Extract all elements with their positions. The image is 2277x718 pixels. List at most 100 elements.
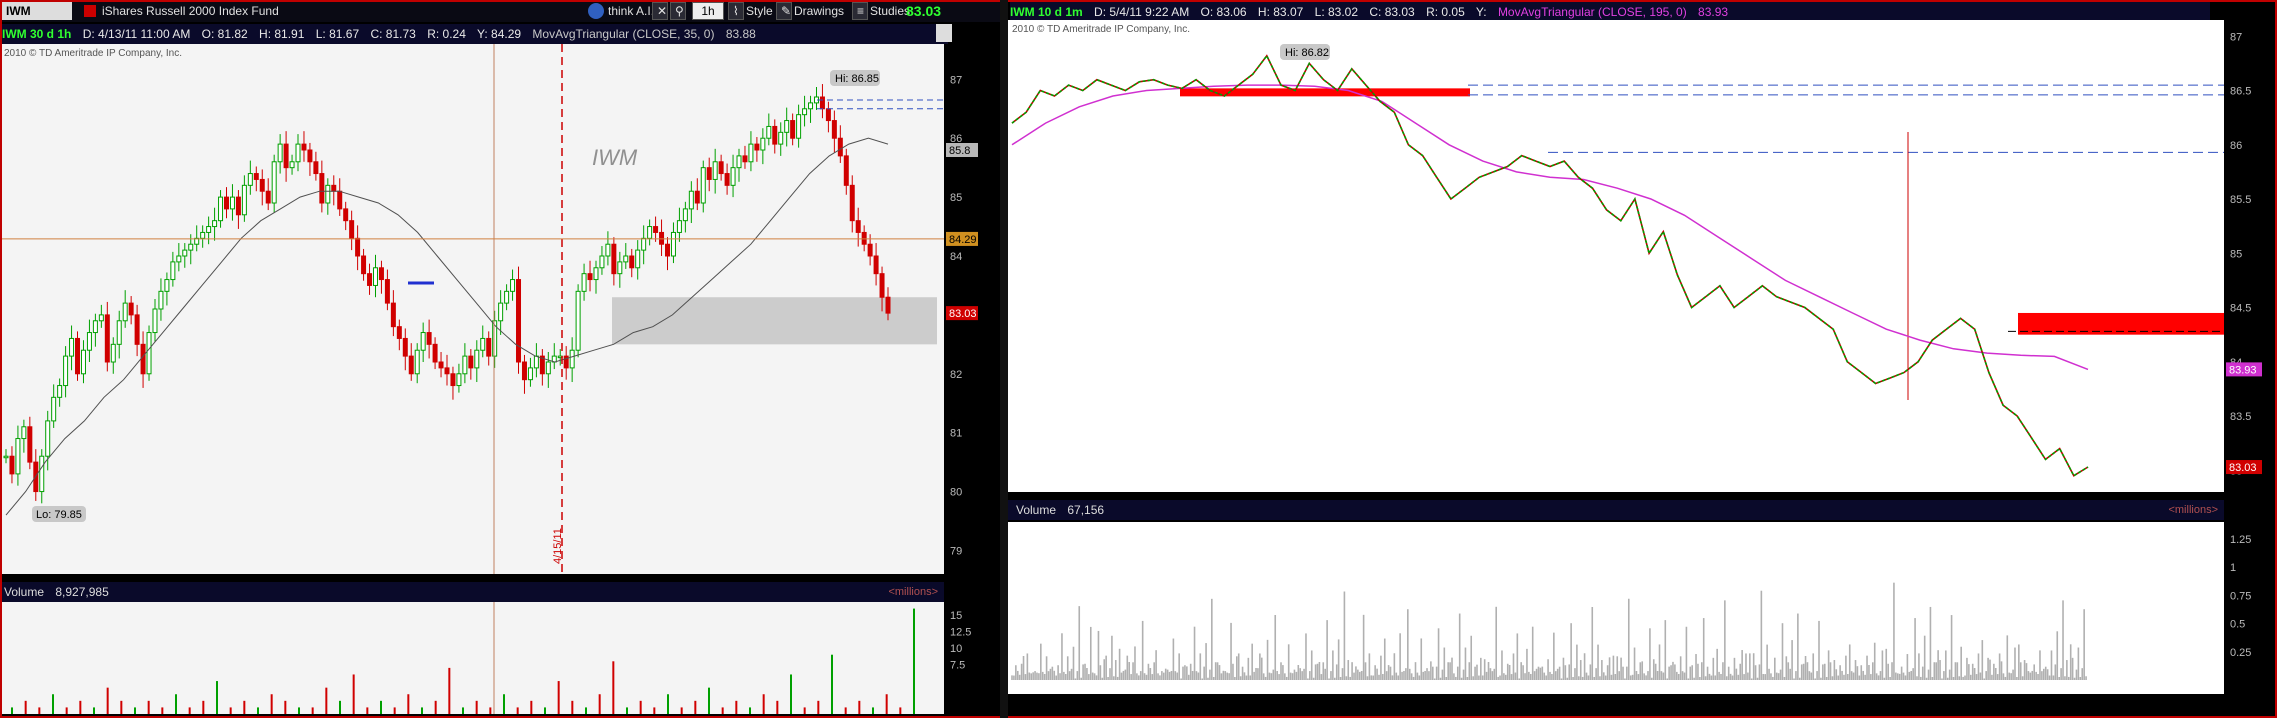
left-chart-settings-icon[interactable] — [936, 24, 952, 42]
left-candle-body — [533, 355, 539, 369]
left-candle-body — [790, 120, 796, 139]
drawings-icon[interactable]: ✎ — [776, 2, 792, 20]
style-icon[interactable]: ⌇ — [728, 2, 744, 20]
left-candle-body — [128, 302, 134, 316]
studies-icon[interactable]: ≡ — [852, 2, 868, 20]
left-candle-body — [593, 267, 599, 281]
left-y-tick: 87 — [950, 74, 962, 86]
left-candle-body — [682, 208, 688, 222]
left-candle-body — [760, 137, 766, 151]
left-candle-body — [784, 120, 790, 133]
right-price-chart[interactable]: 2010 © TD Ameritrade IP Company, Inc. Hi… — [1008, 20, 2277, 496]
left-candle-body — [289, 161, 295, 169]
left-candle-body — [271, 161, 277, 204]
right-y-tick: 87 — [2230, 31, 2242, 43]
left-volume-label: Volume — [4, 585, 45, 599]
left-high: H: 81.91 — [259, 27, 305, 41]
left-candle-body — [688, 190, 694, 210]
left-candle-body — [367, 273, 373, 286]
left-candle-body — [146, 332, 152, 375]
left-candle-body — [432, 343, 438, 363]
left-candle-body — [80, 349, 86, 375]
drawings-button[interactable]: Drawings — [794, 2, 854, 20]
left-candle-body — [355, 237, 361, 257]
think-ai-icon[interactable] — [588, 3, 604, 19]
symbol-box[interactable]: IWM — [2, 2, 72, 20]
left-candle-body — [182, 249, 188, 257]
left-y-tick: 82 — [950, 369, 962, 381]
left-candle-body — [754, 143, 760, 151]
left-hi-label: Hi: 86.85 — [835, 73, 879, 85]
left-candle-body — [170, 261, 176, 281]
link-icon[interactable]: ⚲ — [670, 2, 686, 20]
left-candle-body — [212, 220, 218, 228]
left-candle-body — [808, 102, 814, 110]
left-candle-body — [825, 108, 831, 122]
left-candle-body — [378, 267, 384, 281]
left-candle-body — [158, 290, 164, 310]
left-candle-body — [396, 326, 402, 339]
pane-divider[interactable] — [1000, 0, 1008, 718]
left-candle-body — [879, 273, 885, 298]
left-candle-body — [843, 155, 849, 186]
left-volume-chart[interactable]: 15 12.5 10 7.5 — [2, 602, 982, 714]
left-candle-body — [700, 167, 706, 204]
right-low: L: 83.02 — [1314, 5, 1359, 19]
left-candle-body — [855, 220, 861, 233]
left-candle-body — [361, 255, 367, 275]
left-candle-body — [241, 184, 247, 216]
right-volume-axis-bg — [2224, 522, 2277, 694]
left-candle-body — [45, 420, 51, 457]
left-candle-body — [462, 355, 468, 375]
left-candle-body — [27, 426, 33, 463]
left-candle-body — [486, 337, 492, 357]
left-candle-body — [283, 143, 289, 169]
left-candle-body — [766, 125, 772, 139]
crosshair-icon[interactable]: ✕ — [652, 2, 668, 20]
left-candle-body — [235, 196, 241, 216]
left-candle-body — [521, 361, 527, 381]
right-vol-tick: 1.25 — [2230, 534, 2251, 546]
left-candle-body — [247, 173, 253, 186]
left-candle-body — [742, 155, 748, 163]
left-candle-body — [831, 120, 837, 139]
left-candle-body — [617, 261, 623, 275]
left-cursor-tag: 84.29 — [949, 234, 977, 246]
left-candle-body — [188, 243, 194, 251]
left-candle-body — [712, 161, 718, 180]
left-volume-header: Volume 8,927,985 <millions> — [2, 582, 944, 602]
right-vol-tick: 0.25 — [2230, 647, 2251, 659]
left-candle-body — [772, 125, 778, 145]
right-vol-tick: 0.75 — [2230, 590, 2251, 602]
left-candle-body — [676, 220, 682, 233]
right-volume-chart[interactable]: 1.25 1 0.75 0.5 0.25 — [1008, 522, 2277, 694]
left-lo-label: Lo: 79.85 — [36, 509, 82, 521]
left-candle-body — [337, 190, 343, 210]
left-candle-body — [319, 173, 325, 204]
left-candle-body — [21, 426, 27, 440]
left-candle-body — [665, 243, 670, 257]
right-study: MovAvgTriangular (CLOSE, 195, 0) — [1497, 5, 1687, 19]
left-candle-body — [575, 290, 581, 351]
left-range: R: 0.24 — [427, 27, 466, 41]
interval-button[interactable]: 1h — [692, 2, 724, 20]
left-candle-body — [694, 190, 700, 204]
left-watermark: IWM — [592, 145, 638, 170]
left-candle-body — [384, 279, 390, 304]
right-y-tick: 86.5 — [2230, 86, 2251, 98]
left-y-tick: 81 — [950, 428, 962, 440]
top-toolbar: IWM iShares Russell 2000 Index Fund thin… — [0, 0, 1000, 22]
left-price-chart[interactable]: 878685848382818079 2010 © TD Ameritrade … — [2, 44, 982, 584]
left-candle-body — [569, 349, 575, 369]
left-candle-body — [9, 455, 15, 475]
left-y-tick: 84 — [950, 251, 962, 263]
left-candle-body — [229, 196, 235, 210]
left-candle-body — [3, 455, 9, 459]
left-candle-body — [849, 184, 855, 222]
right-open: O: 83.06 — [1200, 5, 1247, 19]
right-vol-tick: 1 — [2230, 562, 2236, 574]
left-candle-body — [301, 143, 307, 151]
left-study-value: 83.88 — [725, 27, 756, 41]
left-candle-body — [69, 337, 75, 357]
left-candle-body — [444, 367, 450, 375]
